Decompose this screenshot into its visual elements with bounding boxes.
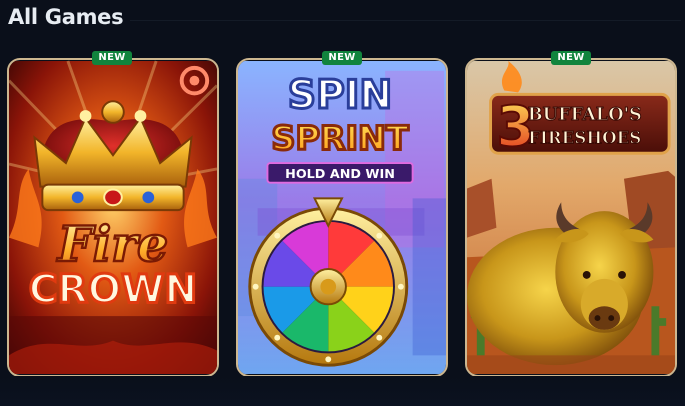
buffalos-fireshoes-artwork: 3 BUFFALO'S FIRESHOES — [467, 61, 675, 374]
logo-line2: CROWN — [29, 267, 197, 312]
spin-sprint-artwork: SPIN SPRINT HOLD AND WIN — [238, 61, 446, 374]
new-badge: NEW — [551, 51, 591, 65]
logo-line1: BUFFALO'S — [528, 104, 642, 125]
game-card-spin-sprint[interactable]: SPIN SPRINT HOLD AND WIN — [236, 58, 448, 377]
new-badge: NEW — [92, 51, 132, 65]
fire-crown-artwork: Fire CROWN — [9, 60, 217, 374]
game-card-fire-crown[interactable]: Fire CROWN — [7, 58, 219, 377]
bottom-fade — [0, 376, 685, 406]
logo-line2: SPRINT — [271, 118, 408, 157]
logo-line2: FIRESHOES — [528, 127, 641, 147]
new-badge: NEW — [322, 51, 362, 65]
title-divider — [130, 20, 681, 21]
section-title: All Games — [8, 5, 124, 29]
game-card-buffalos-fireshoes[interactable]: 3 BUFFALO'S FIRESHOES — [465, 58, 677, 377]
tagline: HOLD AND WIN — [285, 167, 395, 182]
logo-line1: SPIN — [288, 73, 392, 118]
logo-line1: Fire — [56, 215, 169, 273]
